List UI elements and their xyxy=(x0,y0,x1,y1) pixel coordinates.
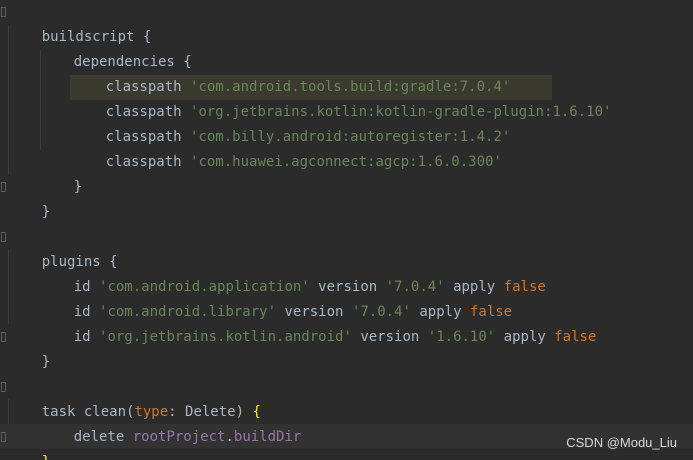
code-line[interactable]: classpath 'com.huawei.agconnect:agcp:1.6… xyxy=(72,125,502,170)
code-string: 'org.jetbrains.kotlin.android' xyxy=(99,329,352,345)
code-line[interactable]: id 'com.android.library' version '7.0.4'… xyxy=(40,275,512,320)
watermark: CSDN @Modu_Liu xyxy=(566,435,677,450)
code-line[interactable]: delete rootProject.buildDir xyxy=(40,400,302,445)
code-text: } xyxy=(41,354,51,370)
code-line[interactable]: } xyxy=(8,425,50,460)
code-text: } xyxy=(41,204,51,220)
code-line[interactable]: buildscript { xyxy=(8,0,152,45)
code-keyword: classpath xyxy=(105,154,182,170)
code-keyword: apply xyxy=(503,329,546,345)
code-line[interactable]: } xyxy=(8,325,50,370)
fold-marker-icon[interactable] xyxy=(1,182,6,192)
fold-marker-icon[interactable] xyxy=(1,432,6,442)
fold-marker-icon[interactable] xyxy=(1,232,6,242)
code-line[interactable]: plugins { xyxy=(8,225,118,270)
code-line[interactable]: classpath 'org.jetbrains.kotlin:kotlin-g… xyxy=(72,75,612,120)
code-line[interactable]: classpath 'com.android.tools.build:gradl… xyxy=(72,50,511,95)
code-text: . xyxy=(225,429,234,445)
code-text: } xyxy=(73,179,83,195)
code-keyword: id xyxy=(73,329,91,345)
code-line[interactable]: classpath 'com.billy.android:autoregiste… xyxy=(72,100,511,145)
code-brace: } xyxy=(42,454,50,460)
fold-marker-icon[interactable] xyxy=(1,332,6,342)
code-line[interactable]: id 'com.android.application' version '7.… xyxy=(40,250,546,295)
code-line[interactable]: } xyxy=(8,175,50,220)
code-field: rootProject xyxy=(132,429,226,445)
code-boolean: false xyxy=(554,329,597,345)
fold-marker-icon[interactable] xyxy=(1,382,6,392)
code-editor[interactable]: buildscript { dependencies { classpath '… xyxy=(0,0,693,460)
code-line[interactable]: id 'org.jetbrains.kotlin.android' versio… xyxy=(40,300,597,345)
code-line[interactable]: task clean(type: Delete) { xyxy=(8,375,261,420)
code-keyword: version xyxy=(360,329,420,345)
code-line[interactable]: dependencies { xyxy=(40,25,192,70)
code-string: 'com.huawei.agconnect:agcp:1.6.0.300' xyxy=(190,154,502,170)
code-line[interactable]: } xyxy=(40,150,82,195)
fold-marker-icon[interactable] xyxy=(1,7,6,17)
code-text: delete xyxy=(73,429,133,445)
code-string: '1.6.10' xyxy=(427,329,496,345)
code-field: buildDir xyxy=(233,429,302,445)
